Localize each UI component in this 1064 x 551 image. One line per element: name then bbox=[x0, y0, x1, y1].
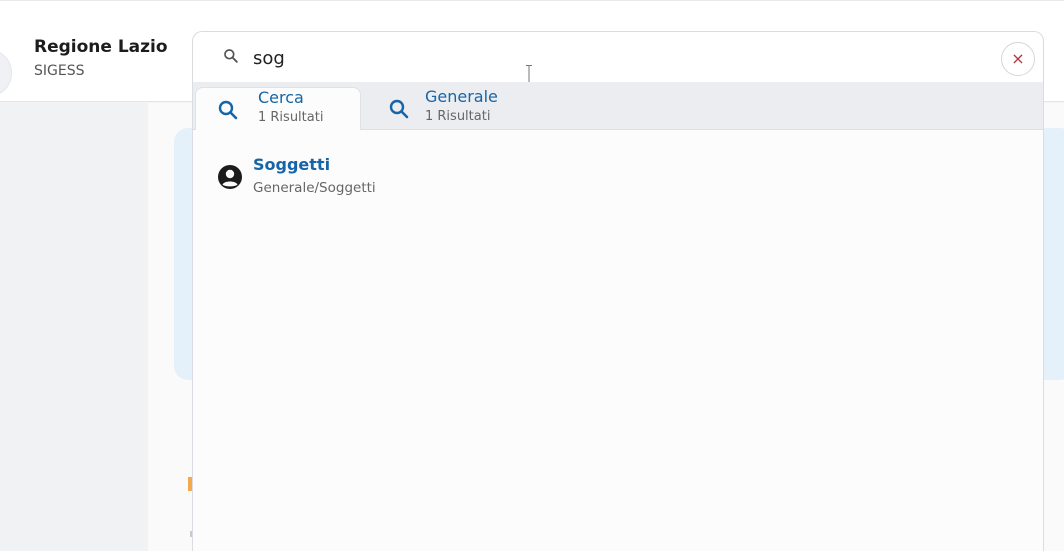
app-title: Regione Lazio bbox=[34, 37, 168, 57]
tab-count: 1 Risultati bbox=[258, 110, 324, 125]
search-results-panel: Cerca 1 Risultati Generale 1 Risultati S… bbox=[192, 82, 1044, 551]
result-item-soggetti[interactable]: Soggetti Generale/Soggetti bbox=[215, 152, 615, 200]
search-input[interactable] bbox=[253, 43, 853, 73]
tab-cerca[interactable]: Cerca 1 Risultati bbox=[195, 87, 361, 130]
sidebar bbox=[0, 103, 148, 551]
result-title: Soggetti bbox=[253, 155, 331, 174]
search-icon bbox=[218, 100, 238, 120]
close-icon: × bbox=[1011, 49, 1025, 68]
search-icon bbox=[224, 49, 238, 63]
tab-generale[interactable]: Generale 1 Risultati bbox=[379, 87, 529, 130]
search-icon bbox=[389, 99, 409, 119]
user-circle-icon bbox=[218, 165, 242, 189]
tab-label: Generale bbox=[425, 87, 498, 106]
result-path: Generale/Soggetti bbox=[253, 180, 376, 196]
tab-label: Cerca bbox=[258, 88, 304, 107]
clear-search-button[interactable]: × bbox=[1001, 42, 1035, 76]
search-box: × bbox=[192, 31, 1044, 83]
text-cursor-icon bbox=[526, 65, 532, 83]
results-tabs: Cerca 1 Risultati Generale 1 Risultati bbox=[193, 82, 1043, 130]
menu-toggle[interactable] bbox=[0, 49, 12, 97]
tab-count: 1 Risultati bbox=[425, 109, 491, 124]
app-subtitle: SIGESS bbox=[34, 63, 85, 79]
